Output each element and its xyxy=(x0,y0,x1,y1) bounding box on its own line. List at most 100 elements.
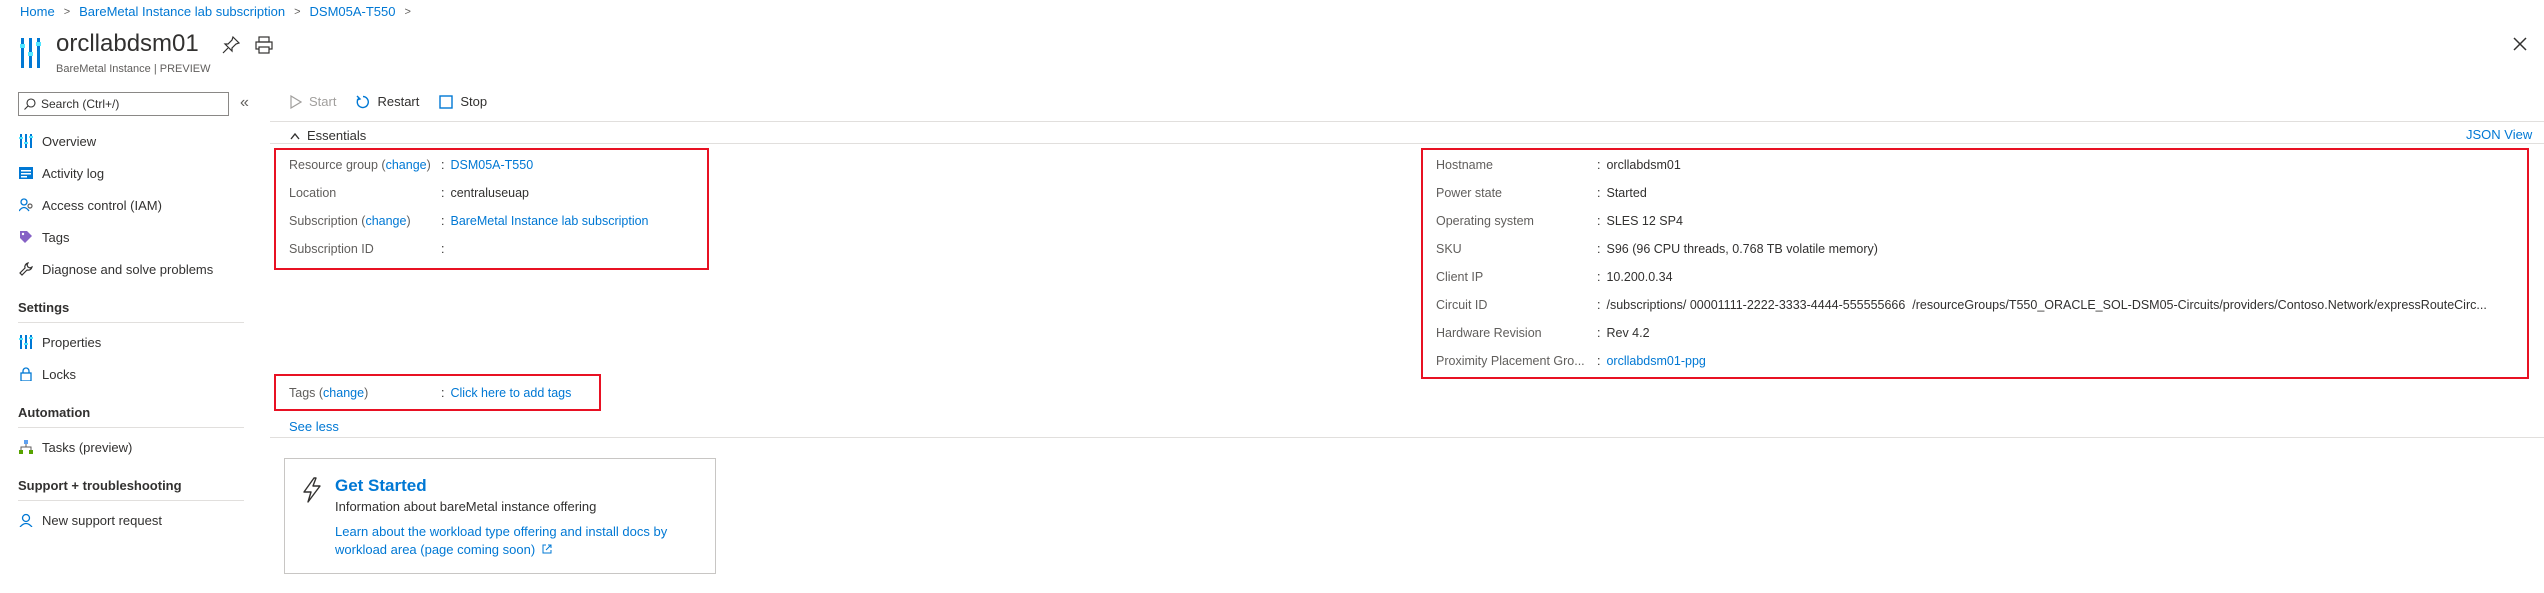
sidebar-item-locks[interactable]: Locks xyxy=(18,360,76,388)
stop-icon xyxy=(439,94,454,109)
subscription-value[interactable]: BareMetal Instance lab subscription xyxy=(450,214,648,228)
sidebar-section-automation: Automation xyxy=(18,405,91,420)
hostname-label: Hostname xyxy=(1436,158,1493,172)
sidebar-item-diagnose[interactable]: Diagnose and solve problems xyxy=(18,255,213,283)
colon: : xyxy=(1597,326,1601,340)
change-resource-group-link[interactable]: change xyxy=(386,158,427,172)
sidebar-item-label: Overview xyxy=(42,133,97,149)
location-row: Location : centraluseuap xyxy=(289,179,649,207)
proximity-placement-row: Proximity Placement Gro... : orcllabdsm0… xyxy=(1436,347,2487,375)
sidebar-item-label: Diagnose and solve problems xyxy=(42,261,214,277)
colon: : xyxy=(1597,242,1601,256)
close-icon[interactable] xyxy=(2510,34,2530,54)
power-state-value: Started xyxy=(1606,186,1647,200)
resource-group-label: Resource group xyxy=(289,158,378,172)
chevron-right-icon: > xyxy=(404,5,411,18)
operating-system-value: SLES 12 SP4 xyxy=(1606,214,1683,228)
start-label: Start xyxy=(309,94,337,109)
search-placeholder: Search (Ctrl+/) xyxy=(41,97,120,111)
resource-group-label-wrap: Resource group (change) xyxy=(289,158,431,172)
colon: : xyxy=(1597,270,1601,284)
json-view-link[interactable]: JSON View xyxy=(2466,127,2532,142)
hostname-value: orcllabdsm01 xyxy=(1606,158,1681,172)
add-tags-link[interactable]: Click here to add tags xyxy=(450,386,571,400)
toolbar-divider xyxy=(270,121,2544,122)
learn-more-line2-wrap: workload area (page coming soon) xyxy=(335,541,695,559)
chevron-right-icon: > xyxy=(294,5,301,18)
hostname-row: Hostname : orcllabdsm01 xyxy=(1436,151,2487,179)
learn-more-link[interactable]: Learn about the workload type offering a… xyxy=(335,523,695,559)
colon: : xyxy=(441,186,445,200)
command-bar: Start Restart Stop xyxy=(290,94,507,109)
activity-log-icon xyxy=(18,165,34,181)
subscription-row: Subscription (change) : BareMetal Instan… xyxy=(289,207,649,235)
tag-icon xyxy=(18,229,34,245)
start-button[interactable]: Start xyxy=(290,94,336,109)
sidebar-divider xyxy=(18,427,244,428)
colon: : xyxy=(1597,298,1601,312)
tags-row: Tags (change) : Click here to add tags xyxy=(289,379,571,407)
sidebar-divider xyxy=(18,322,244,323)
sidebar-item-tasks[interactable]: Tasks (preview) xyxy=(18,433,132,461)
iam-icon xyxy=(18,197,34,213)
client-ip-row: Client IP : 10.200.0.34 xyxy=(1436,263,2487,291)
resource-group-value[interactable]: DSM05A-T550 xyxy=(450,158,533,172)
sidebar-item-label: Tags xyxy=(42,229,70,245)
colon: : xyxy=(441,158,445,172)
essentials-bottom-divider xyxy=(270,437,2544,438)
power-state-label: Power state xyxy=(1436,186,1503,200)
essentials-left: Resource group (change) : DSM05A-T550 Lo… xyxy=(289,151,649,263)
breadcrumb-home[interactable]: Home xyxy=(20,4,55,19)
proximity-placement-label: Proximity Placement Gro... xyxy=(1436,354,1585,368)
collapse-sidebar-icon[interactable]: « xyxy=(240,94,249,112)
restart-button[interactable]: Restart xyxy=(356,94,419,109)
sidebar-item-activity-log[interactable]: Activity log xyxy=(18,159,104,187)
location-label: Location xyxy=(289,186,337,200)
stop-button[interactable]: Stop xyxy=(439,94,487,109)
location-value: centraluseuap xyxy=(450,186,530,200)
sidebar-section-support: Support + troubleshooting xyxy=(18,478,182,493)
sidebar-item-new-support-request[interactable]: New support request xyxy=(18,506,162,534)
breadcrumb-resource-group[interactable]: DSM05A-T550 xyxy=(310,4,396,19)
pin-icon[interactable] xyxy=(222,36,240,54)
power-state-row: Power state : Started xyxy=(1436,179,2487,207)
properties-icon xyxy=(18,334,34,350)
colon: : xyxy=(441,214,445,228)
essentials-right: Hostname : orcllabdsm01 Power state : St… xyxy=(1436,151,2487,375)
operating-system-row: Operating system : SLES 12 SP4 xyxy=(1436,207,2487,235)
essentials-divider xyxy=(270,143,2544,144)
colon: : xyxy=(1597,158,1601,172)
sidebar-item-overview[interactable]: Overview xyxy=(18,127,96,155)
change-subscription-link[interactable]: change xyxy=(365,214,406,228)
tags-label-wrap: Tags (change) xyxy=(289,386,369,400)
colon: : xyxy=(441,386,445,400)
sidebar-item-label: Tasks (preview) xyxy=(42,439,133,455)
proximity-placement-value[interactable]: orcllabdsm01-ppg xyxy=(1606,354,1705,368)
sidebar-item-label: Properties xyxy=(42,334,102,350)
sku-row: SKU : S96 (96 CPU threads, 0.768 TB vola… xyxy=(1436,235,2487,263)
sidebar-item-properties[interactable]: Properties xyxy=(18,328,101,356)
tasks-icon xyxy=(18,439,34,455)
chevron-right-icon: > xyxy=(63,5,71,18)
sidebar-item-label: New support request xyxy=(42,512,162,528)
see-less-link[interactable]: See less xyxy=(289,419,339,434)
sidebar-item-label: Locks xyxy=(42,366,76,382)
sidebar-item-tags[interactable]: Tags xyxy=(18,223,69,251)
lightning-icon xyxy=(303,477,321,503)
sku-label: SKU xyxy=(1436,242,1462,256)
baremetal-instance-icon xyxy=(20,38,41,68)
sidebar-item-label: Activity log xyxy=(42,165,105,181)
breadcrumb-subscription[interactable]: BareMetal Instance lab subscription xyxy=(79,4,285,19)
resource-group-row: Resource group (change) : DSM05A-T550 xyxy=(289,151,649,179)
learn-more-line1: Learn about the workload type offering a… xyxy=(335,524,668,539)
essentials-toggle[interactable]: Essentials xyxy=(290,128,366,143)
search-input[interactable]: Search (Ctrl+/) xyxy=(18,92,229,116)
learn-more-line2: workload area (page coming soon) xyxy=(335,542,536,557)
sidebar-divider xyxy=(18,500,244,501)
circuit-id-label: Circuit ID xyxy=(1436,298,1488,312)
print-icon[interactable] xyxy=(255,36,273,54)
change-tags-link[interactable]: change xyxy=(323,386,364,400)
overview-icon xyxy=(18,133,34,149)
colon: : xyxy=(1597,214,1601,228)
sidebar-item-iam[interactable]: Access control (IAM) xyxy=(18,191,162,219)
